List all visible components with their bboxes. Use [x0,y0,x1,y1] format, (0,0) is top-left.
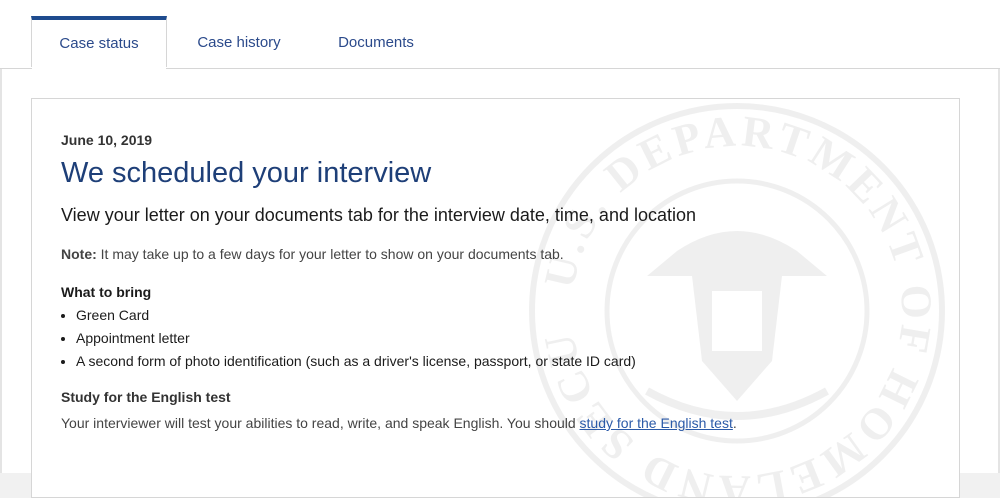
study-heading: Study for the English test [61,389,231,405]
note-label: Note: [61,246,97,262]
tab-case-status-label: Case status [59,35,139,52]
study-after: . [732,415,737,431]
what-to-bring-list: Green Card Appointment letter A second f… [61,304,636,373]
left-border [0,0,2,473]
study-paragraph: Your interviewer will test your abilitie… [61,412,781,435]
tab-case-history[interactable]: Case history [180,15,298,69]
case-status-panel: U.S. DEPARTMENT OF HOMELAND SECURITY Jun… [31,98,960,498]
status-subtitle: View your letter on your documents tab f… [61,205,697,225]
tab-documents[interactable]: Documents [322,15,430,69]
status-note: Note: It may take up to a few days for y… [61,246,564,262]
status-title: We scheduled your interview [61,157,432,189]
note-text: It may take up to a few days for your le… [96,246,564,262]
what-to-bring-heading: What to bring [61,284,152,300]
tab-documents-label: Documents [338,33,414,51]
status-date: June 10, 2019 [61,132,153,148]
tab-case-history-label: Case history [197,33,281,51]
list-item: Appointment letter [76,327,636,350]
study-text: Your interviewer will test your abilitie… [61,415,580,431]
tab-case-status[interactable]: Case status [31,16,167,69]
list-item: Green Card [76,304,636,327]
page: Case status Case history Documents U.S. … [0,0,1000,498]
tab-bar: Case status Case history Documents [0,0,1000,69]
dhs-seal-watermark: U.S. DEPARTMENT OF HOMELAND SECURITY [527,101,945,497]
list-item: A second form of photo identification (s… [76,350,636,373]
study-english-test-link[interactable]: study for the English test [580,415,733,431]
